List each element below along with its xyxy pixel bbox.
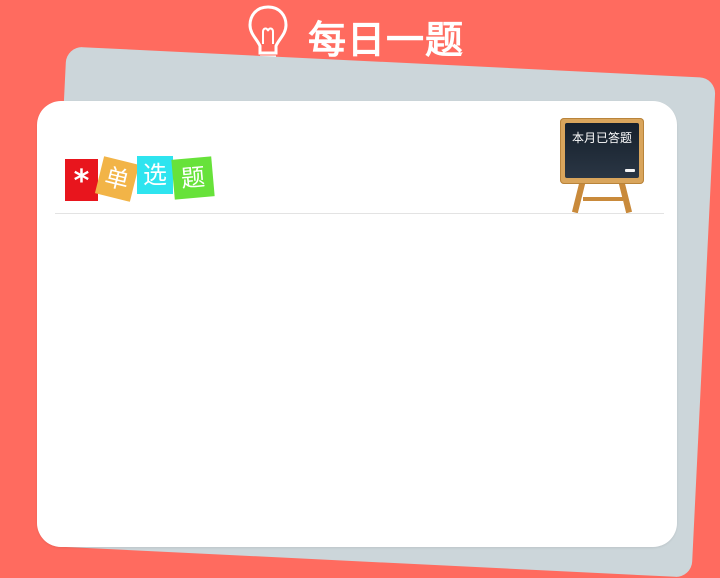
question-content-area — [57, 221, 657, 531]
badge-char-asterisk: * — [65, 159, 98, 201]
answered-count-board[interactable]: 本月已答题 — [560, 115, 648, 214]
answered-label: 本月已答题 — [571, 131, 632, 145]
blackboard-screen: 本月已答题 — [565, 123, 639, 178]
badge-char-ti: 题 — [171, 156, 215, 200]
easel-crossbar — [583, 197, 623, 201]
badge-char-xuan: 选 — [137, 156, 173, 194]
page-title: 每日一题 — [308, 18, 465, 62]
header-divider — [55, 213, 664, 214]
chalk-icon — [625, 169, 635, 172]
question-card: * 单 选 题 本月已答题 — [37, 101, 677, 547]
blackboard-frame: 本月已答题 — [560, 118, 644, 184]
badge-char-dan: 单 — [94, 156, 140, 202]
